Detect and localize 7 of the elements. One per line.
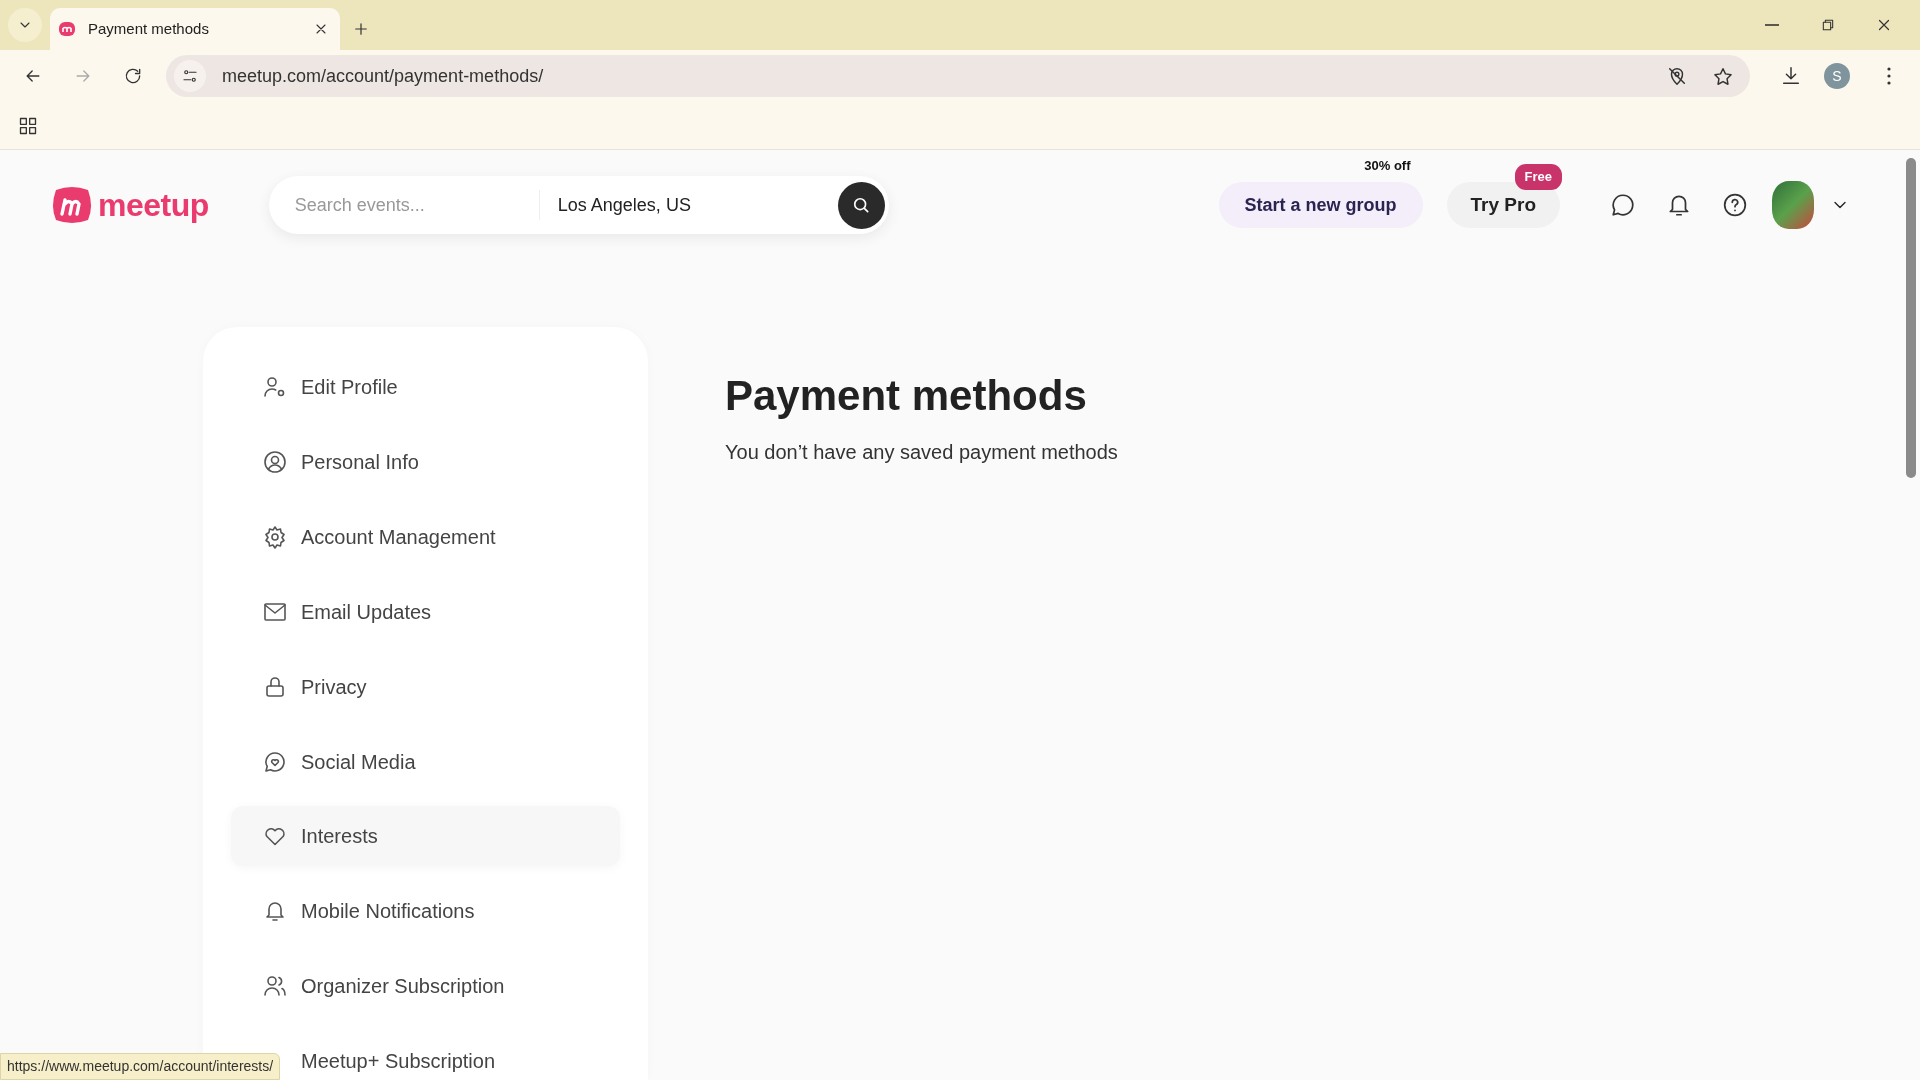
tab-title: Payment methods xyxy=(88,18,210,39)
empty-message: You don’t have any saved payment methods xyxy=(725,440,1118,466)
discount-label: 30% off xyxy=(1364,157,1411,175)
status-url-tooltip: https://www.meetup.com/account/interests/ xyxy=(0,1053,281,1080)
page-title: Payment methods xyxy=(725,371,1088,421)
url-text: meetup.com/account/payment-methods/ xyxy=(222,64,545,88)
free-badge: Free xyxy=(1514,164,1562,190)
